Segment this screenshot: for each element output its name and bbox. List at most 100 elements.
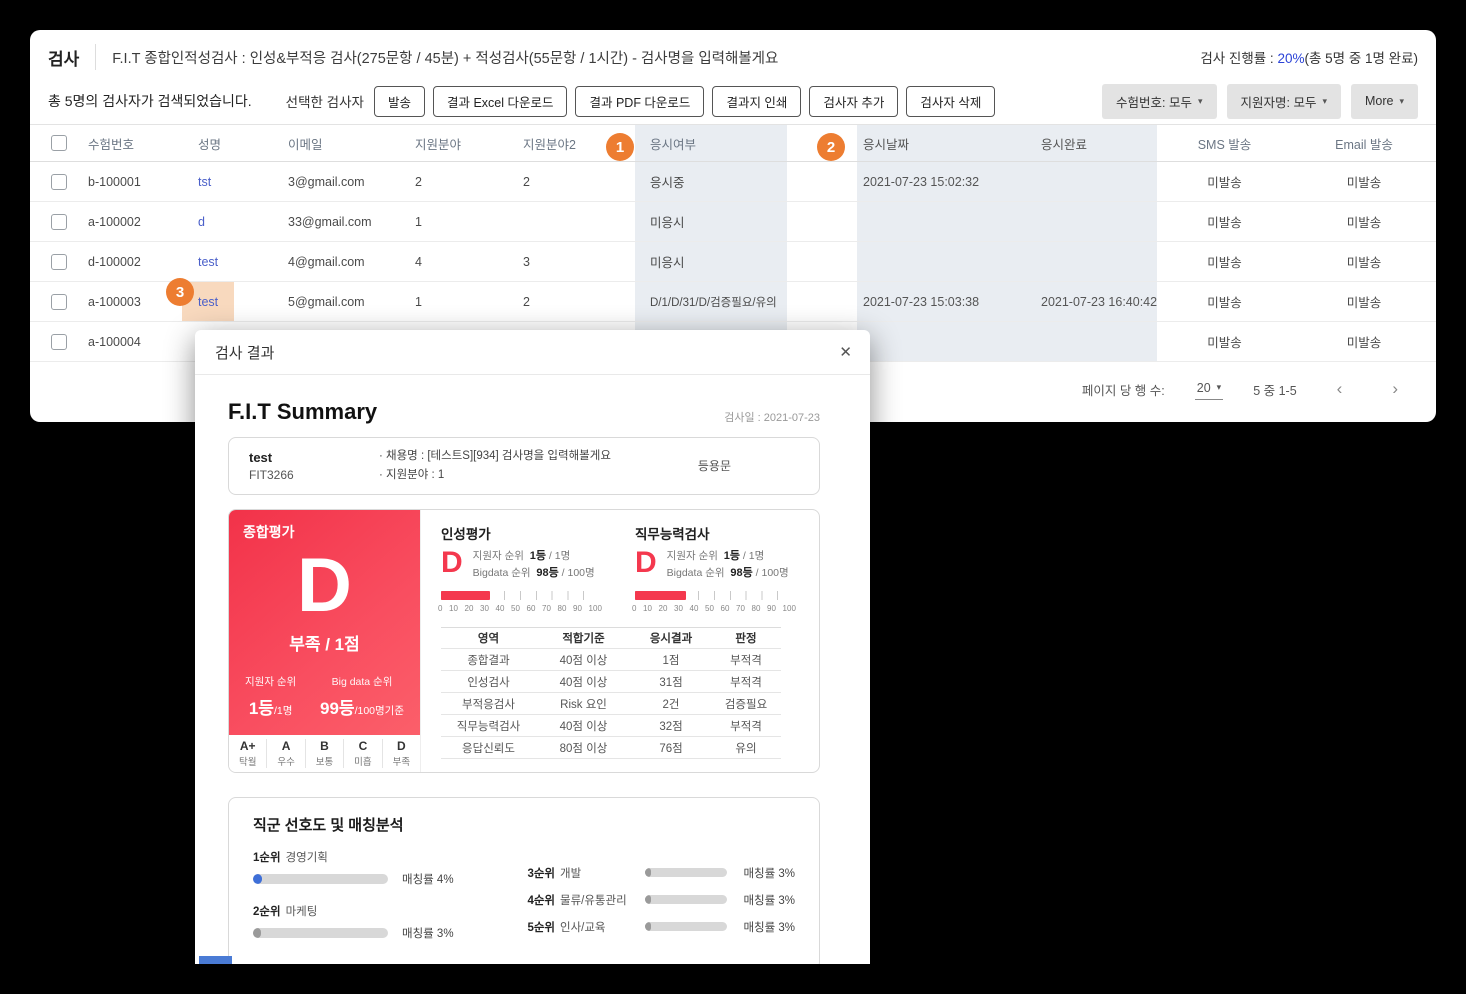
cell-exam-no: d-100002 bbox=[88, 254, 141, 269]
rank-suffix: / 1명 bbox=[739, 549, 765, 562]
score-fill bbox=[635, 591, 686, 601]
progress-value: 20% bbox=[1277, 51, 1305, 66]
selected-label: 선택한 검사자 bbox=[285, 95, 364, 110]
excel-download-button[interactable]: 결과 Excel 다운로드 bbox=[432, 85, 568, 117]
score-fill bbox=[441, 591, 490, 601]
grade-letter: D bbox=[396, 738, 406, 753]
applicant-rank-label: 지원자 순위 bbox=[245, 675, 297, 688]
recruit-title: · 채용명 : [테스트S][934] 검사명을 입력해볼게요 bbox=[379, 450, 611, 462]
cell-field1: 2 bbox=[415, 174, 422, 189]
cell-done: 2021-07-23 16:40:42 bbox=[1035, 282, 1157, 321]
modal-title: 검사 결과 bbox=[215, 344, 275, 362]
cell-field2: 3 bbox=[523, 254, 530, 269]
cell-name: tst bbox=[198, 162, 288, 201]
grade-scale-cell: A 우수 bbox=[266, 738, 304, 768]
caret-down-icon: ▾ bbox=[1322, 95, 1327, 106]
matching-right-column: 3순위 개발 매칭률 3% 4순위 물류/유통관리 매칭률 3% 5순위 인사/교육 … bbox=[527, 849, 795, 951]
match-rate: 매칭률 3% bbox=[743, 921, 795, 934]
criteria-row: 직무능력검사 40점 이상 32점 부적격 bbox=[441, 715, 781, 738]
match-name: 인사/교육 bbox=[560, 921, 606, 934]
summary-right: 인성평가 D 지원자 순위 1등 / 1명 Bigdata 순위 98등 / 1… bbox=[421, 510, 819, 772]
send-button[interactable]: 발송 bbox=[373, 85, 425, 117]
table-row: b-100001 tst 3@gmail.com 2 2 응시중 2021-07… bbox=[30, 162, 1436, 202]
match-rank: 3순위 bbox=[527, 867, 555, 880]
chevron-left-icon[interactable]: ‹ bbox=[1327, 379, 1353, 399]
screen: { "colors": { "accent_red": "#f4384e", "… bbox=[0, 0, 1466, 994]
match-rank: 4순위 bbox=[527, 894, 555, 907]
print-result-button[interactable]: 결과지 인쇄 bbox=[712, 85, 802, 117]
modal-header: 검사 결과 ✕ bbox=[195, 330, 870, 375]
page-title: 검사 bbox=[48, 49, 80, 69]
rank-label: 지원자 순위 bbox=[666, 549, 718, 562]
score-bar bbox=[441, 591, 599, 601]
result-count: 총 5명의 검사자가 검색되었습니다. bbox=[48, 93, 252, 109]
applicant-name-filter-label: 지원자명: 모두 bbox=[1240, 95, 1317, 110]
more-filter[interactable]: More ▾ bbox=[1350, 83, 1418, 119]
match-name: 경영기획 bbox=[285, 851, 328, 864]
examinee-name-link[interactable]: d bbox=[198, 215, 205, 229]
match-bar bbox=[645, 868, 728, 878]
cell-email: 33@gmail.com bbox=[288, 214, 372, 229]
match-name: 물류/유통관리 bbox=[560, 894, 627, 907]
rank-value: 1등 bbox=[723, 549, 740, 562]
progress-summary: 검사 진행률 : 20%(총 5명 중 1명 완료) bbox=[1200, 47, 1418, 67]
select-all-checkbox[interactable] bbox=[51, 135, 67, 151]
overall-grade-text: 부족 / 1점 bbox=[289, 634, 360, 654]
cell-sms: 미발송 bbox=[1207, 336, 1242, 350]
cell-sms: 미발송 bbox=[1207, 216, 1242, 230]
candidate-info-box: test FIT3266 · 채용명 : [테스트S][934] 검사명을 입력… bbox=[228, 437, 820, 495]
matching-left-column: 1순위 경영기획 매칭률 4% 2순위 마케팅 매칭률 3% bbox=[253, 849, 483, 951]
grade-label: 탁월 bbox=[238, 756, 257, 768]
row-checkbox[interactable] bbox=[51, 333, 67, 350]
matching-item: 2순위 마케팅 매칭률 3% bbox=[253, 903, 483, 941]
header-sms: SMS 발송 bbox=[1197, 137, 1252, 152]
exam-no-filter[interactable]: 수험번호: 모두 ▾ bbox=[1102, 83, 1217, 119]
table-row: d-100002 test 4@gmail.com 4 3 미응시 미발송 미발… bbox=[30, 242, 1436, 282]
row-checkbox[interactable] bbox=[51, 253, 67, 270]
cell-mail: 미발송 bbox=[1346, 256, 1382, 270]
assessment-stats: 지원자 순위 1등 / 1명 Bigdata 순위 98등 / 100명 bbox=[473, 548, 595, 582]
cell-spacer bbox=[787, 282, 857, 321]
row-cell-checkbox bbox=[30, 282, 88, 321]
grade-letter: A bbox=[281, 738, 291, 753]
criteria-row: 부적응검사 Risk 요인 2건 검증필요 bbox=[441, 693, 781, 716]
examinee-name-link[interactable]: tst bbox=[198, 175, 211, 189]
row-checkbox[interactable] bbox=[51, 293, 67, 310]
cell-done bbox=[1035, 162, 1157, 201]
rows-per-page-select[interactable]: 20 ▾ bbox=[1194, 379, 1224, 400]
summary-box: 종합평가 D 부족 / 1점 지원자 순위 1등/1명 Big data 순위 … bbox=[228, 508, 820, 773]
match-bar-fill bbox=[253, 927, 261, 938]
grade-scale: A+ 탁월 A 우수 B 보통 C 미흡 D 부족 bbox=[229, 734, 420, 772]
rows-per-page-label: 페이지 당 행 수: bbox=[1081, 383, 1165, 398]
match-bar bbox=[645, 895, 728, 905]
cell-name: d bbox=[198, 202, 288, 241]
header-status: 응시여부 bbox=[635, 125, 787, 161]
cell-field2: 2 bbox=[523, 294, 530, 309]
row-checkbox[interactable] bbox=[51, 173, 67, 190]
grade-letter: A+ bbox=[239, 738, 256, 753]
rank-value: 1등 bbox=[529, 549, 546, 562]
cell-exam-no: b-100001 bbox=[88, 174, 141, 189]
add-examinee-button[interactable]: 검사자 추가 bbox=[809, 85, 899, 117]
match-bar bbox=[645, 922, 728, 932]
candidate-id: test FIT3266 bbox=[249, 450, 379, 482]
cell-email: 3@gmail.com bbox=[288, 174, 365, 189]
chevron-right-icon[interactable]: › bbox=[1382, 379, 1408, 399]
cell-status: D/1/D/31/D/검증필요/유의 bbox=[635, 282, 787, 321]
close-icon[interactable]: ✕ bbox=[839, 343, 852, 361]
delete-examinee-button[interactable]: 검사자 삭제 bbox=[906, 85, 996, 117]
result-modal: 검사 결과 ✕ F.I.T Summary 검사일 : 2021-07-23 t… bbox=[195, 330, 870, 964]
examinee-name-link[interactable]: test bbox=[198, 295, 218, 309]
applicant-name-filter[interactable]: 지원자명: 모두 ▾ bbox=[1226, 83, 1341, 119]
row-checkbox[interactable] bbox=[51, 213, 67, 230]
rank-label: 지원자 순위 bbox=[472, 549, 524, 562]
rank-suffix: / 1명 bbox=[545, 549, 571, 562]
cell-date bbox=[857, 242, 1035, 281]
header-field1: 지원분야 bbox=[415, 137, 462, 152]
assessment-stats: 지원자 순위 1등 / 1명 Bigdata 순위 98등 / 100명 bbox=[667, 548, 789, 582]
row-cell-checkbox bbox=[30, 242, 88, 281]
header-email-sent: Email 발송 bbox=[1335, 137, 1393, 152]
big-label: Bigdata 순위 bbox=[666, 566, 725, 579]
examinee-name-link[interactable]: test bbox=[198, 255, 218, 269]
pdf-download-button[interactable]: 결과 PDF 다운로드 bbox=[575, 85, 705, 117]
